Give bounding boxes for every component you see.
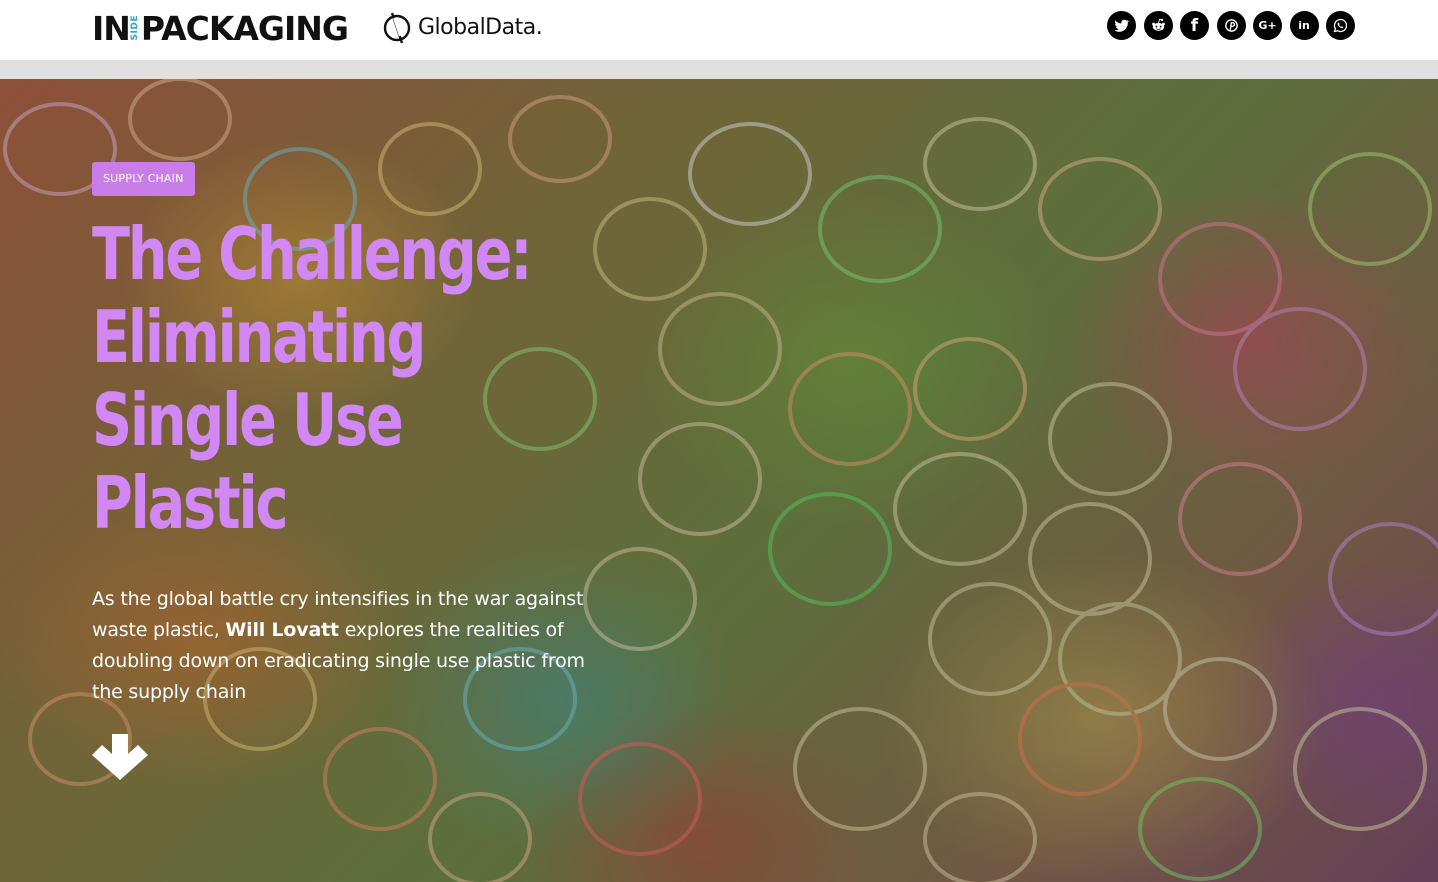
site-header: IN SIDE PACKAGING GlobalData. f G+ in	[0, 0, 1438, 60]
reddit-icon	[1151, 18, 1165, 31]
twitter-share-button[interactable]	[1107, 11, 1136, 40]
linkedin-share-button[interactable]: in	[1289, 11, 1319, 40]
headline-line: Eliminating	[92, 295, 426, 379]
headline-line: Single Use	[92, 378, 404, 462]
facebook-icon: f	[1190, 15, 1199, 36]
pinterest-share-button[interactable]	[1216, 11, 1246, 40]
linkedin-icon: in	[1298, 19, 1310, 32]
arrow-down-icon[interactable]	[92, 734, 148, 780]
globaldata-wordmark: GlobalData.	[418, 14, 543, 40]
inside-packaging-logo[interactable]: IN SIDE PACKAGING	[92, 8, 349, 48]
article-headline: The Challenge: Eliminating Single Use Pl…	[92, 213, 574, 545]
headline-line: The Challenge:	[92, 212, 533, 296]
whatsapp-icon	[1333, 18, 1348, 33]
social-share-bar: f G+ in	[1107, 11, 1355, 40]
author-name[interactable]: Will Lovatt	[225, 619, 339, 641]
twitter-icon	[1114, 19, 1130, 32]
header-divider-band	[0, 60, 1438, 79]
google-plus-share-button[interactable]: G+	[1253, 11, 1282, 40]
reddit-share-button[interactable]	[1143, 11, 1173, 40]
logo-in-text: IN	[92, 8, 131, 48]
article-standfirst: As the global battle cry intensifies in …	[92, 584, 612, 708]
google-plus-icon: G+	[1258, 19, 1277, 32]
pinterest-icon	[1224, 19, 1238, 32]
globaldata-logo[interactable]: GlobalData.	[382, 9, 543, 45]
logo-side-text: SIDE	[129, 15, 140, 41]
category-tag[interactable]: SUPPLY CHAIN	[92, 162, 195, 196]
facebook-share-button[interactable]: f	[1180, 11, 1209, 40]
whatsapp-share-button[interactable]	[1326, 11, 1355, 40]
logo-packaging-text: PACKAGING	[140, 8, 349, 48]
hero-section: SUPPLY CHAIN The Challenge: Eliminating …	[0, 79, 1438, 882]
headline-line: Plastic	[92, 461, 288, 545]
globaldata-mark-icon	[383, 12, 411, 44]
